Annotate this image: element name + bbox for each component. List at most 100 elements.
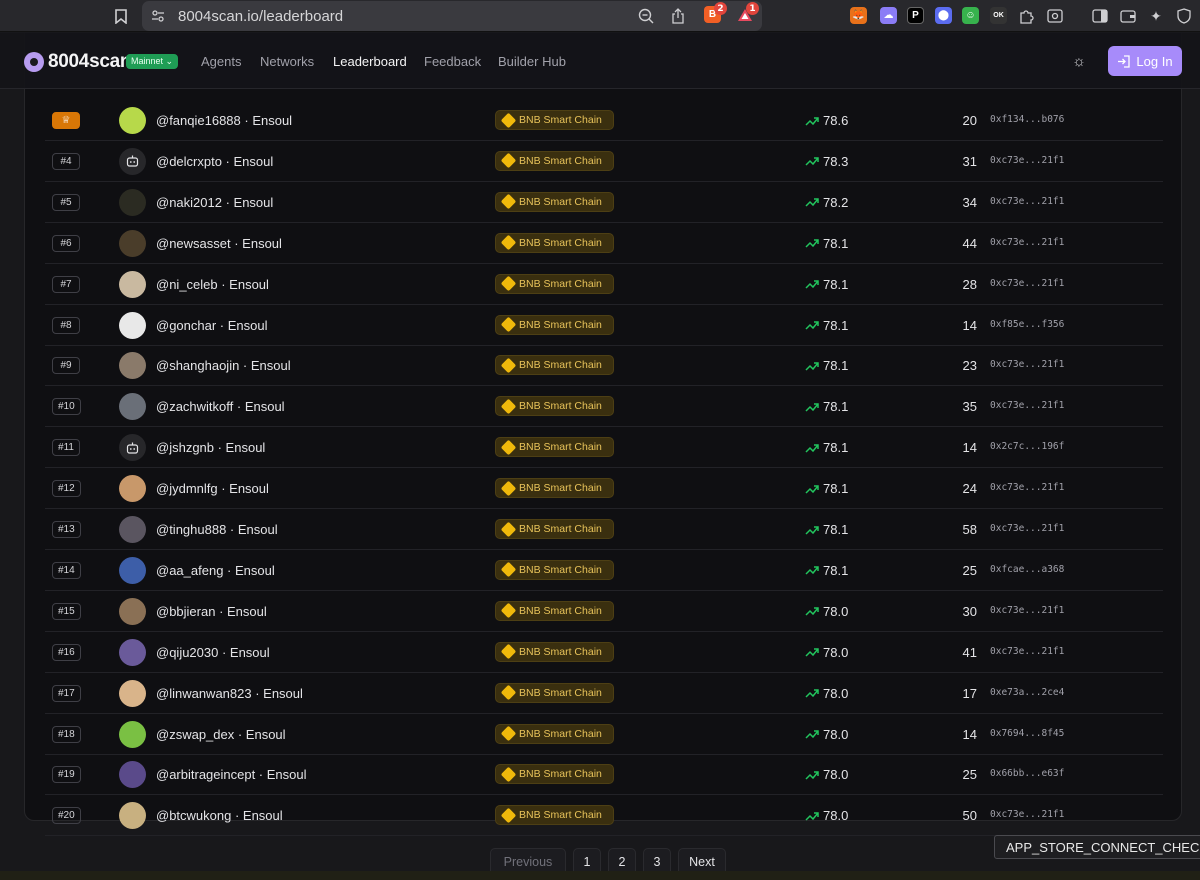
site-settings-icon[interactable] [148, 6, 168, 26]
score: 78.1 [805, 236, 848, 251]
owner-address[interactable]: 0xc73e...21f1 [990, 646, 1064, 657]
brave-rewards-icon[interactable]: 1 [736, 2, 759, 23]
agent-name[interactable]: @zachwitkoff · Ensoul [156, 399, 285, 414]
feedback-count: 50 [962, 808, 977, 824]
table-row[interactable]: #14 @aa_afeng · Ensoul BNB Smart Chain 78.1… [45, 550, 1163, 591]
vpn-shield-icon[interactable] [1174, 6, 1194, 26]
table-row[interactable]: #16 @qiju2030 · Ensoul BNB Smart Chain 78.0… [45, 632, 1163, 673]
owner-address[interactable]: 0xc73e...21f1 [990, 400, 1064, 411]
url-text: 8004scan.io/leaderboard [178, 8, 344, 25]
owner-address[interactable]: 0x7694...8f45 [990, 728, 1064, 739]
table-row[interactable]: #5 @naki2012 · Ensoul BNB Smart Chain 78.2 3… [45, 182, 1163, 223]
score-value: 78.1 [823, 235, 849, 251]
agent-name[interactable]: @gonchar · Ensoul [156, 318, 267, 333]
owner-address[interactable]: 0xc73e...21f1 [990, 523, 1064, 534]
table-row[interactable]: #7 @ni_celeb · Ensoul BNB Smart Chain 78.1 2… [45, 264, 1163, 305]
blue-extension-icon[interactable]: ⬤ [935, 7, 952, 24]
owner-address[interactable]: 0xc73e...21f1 [990, 809, 1064, 820]
agent-name[interactable]: @naki2012 · Ensoul [156, 195, 273, 210]
agent-name[interactable]: @bbjieran · Ensoul [156, 604, 267, 619]
agent-name[interactable]: @btcwukong · Ensoul [156, 808, 283, 823]
agent-name[interactable]: @arbitrageincept · Ensoul [156, 767, 307, 782]
puzzle-icon[interactable] [1017, 6, 1037, 26]
ghost-extension-icon[interactable]: ☁ [880, 7, 897, 24]
p-extension-icon[interactable]: P [907, 7, 924, 24]
table-row[interactable]: ♕ @fanqie16888 · Ensoul BNB Smart Chain 78.… [45, 100, 1163, 141]
agent-name[interactable]: @ni_celeb · Ensoul [156, 277, 269, 292]
trending-up-icon [805, 812, 819, 821]
table-row[interactable]: #15 @bbjieran · Ensoul BNB Smart Chain 78.0… [45, 591, 1163, 632]
feedback-count: 23 [962, 358, 977, 374]
chain-badge: BNB Smart Chain [495, 314, 614, 335]
agent-name[interactable]: @jydmnlfg · Ensoul [156, 481, 269, 496]
brave-shield-icon[interactable]: B2 [704, 2, 727, 23]
leo-ai-icon[interactable]: ✦ [1146, 6, 1166, 26]
fox-extension-icon[interactable]: 🦊 [850, 7, 867, 24]
okx-extension-icon[interactable]: OK [990, 7, 1007, 24]
bookmark-icon[interactable] [111, 6, 131, 26]
owner-address[interactable]: 0xc73e...21f1 [990, 196, 1064, 207]
nav-networks[interactable]: Networks [260, 54, 314, 69]
owner-address[interactable]: 0xc73e...21f1 [990, 155, 1064, 166]
table-row[interactable]: #11 @jshzgnb · Ensoul BNB Smart Chain 78.1 1… [45, 427, 1163, 469]
table-row[interactable]: #12 @jydmnlfg · Ensoul BNB Smart Chain 78.1… [45, 468, 1163, 510]
address-bar[interactable]: 8004scan.io/leaderboard B2 1 [142, 1, 762, 31]
sun-icon[interactable]: ☼ [1070, 53, 1088, 71]
sidebar-icon[interactable] [1090, 6, 1110, 26]
owner-address[interactable]: 0xc73e...21f1 [990, 278, 1064, 289]
chain-badge: BNB Smart Chain [495, 519, 614, 539]
nav-leaderboard[interactable]: Leaderboard [333, 54, 407, 69]
agent-name[interactable]: @shanghaojin · Ensoul [156, 358, 291, 373]
table-row[interactable]: #19 @arbitrageincept · Ensoul BNB Smart Ch… [45, 754, 1163, 796]
owner-address[interactable]: 0xf134...b076 [990, 114, 1064, 125]
owner-address[interactable]: 0xc73e...21f1 [990, 359, 1064, 370]
agent-name[interactable]: @tinghu888 · Ensoul [156, 522, 278, 537]
agent-name[interactable]: @fanqie16888 · Ensoul [156, 113, 292, 128]
agent-name[interactable]: @jshzgnb · Ensoul [156, 440, 265, 455]
nav-feedback[interactable]: Feedback [424, 54, 481, 69]
reader-icon[interactable] [1045, 6, 1065, 26]
agent-name[interactable]: @qiju2030 · Ensoul [156, 645, 270, 660]
table-row[interactable]: #6 @newsasset · Ensoul BNB Smart Chain 78.1… [45, 223, 1163, 264]
share-icon[interactable] [668, 6, 688, 26]
nav-agents[interactable]: Agents [201, 54, 241, 69]
rank-badge: #8 [52, 316, 80, 334]
green-extension-icon[interactable]: ☺ [962, 7, 979, 24]
owner-address[interactable]: 0xf85e...f356 [990, 319, 1064, 330]
trending-up-icon [805, 403, 819, 412]
owner-address[interactable]: 0xfcae...a368 [990, 564, 1064, 575]
owner-address[interactable]: 0xc73e...21f1 [990, 237, 1064, 248]
table-row[interactable]: #17 @linwanwan823 · Ensoul BNB Smart Chain… [45, 673, 1163, 714]
owner-address[interactable]: 0x66bb...e63f [990, 768, 1064, 779]
score: 78.1 [805, 481, 848, 496]
feedback-count: 14 [962, 440, 977, 456]
score-value: 78.3 [823, 153, 849, 169]
owner-address[interactable]: 0xc73e...21f1 [990, 482, 1064, 493]
score: 78.1 [805, 358, 848, 373]
bnb-chain-icon [500, 562, 517, 578]
nav-builder-hub[interactable]: Builder Hub [498, 54, 566, 69]
network-selector[interactable]: Mainnet ⌄ [126, 54, 179, 69]
table-row[interactable]: #18 @zswap_dex · Ensoul BNB Smart Chain 78.… [45, 714, 1163, 755]
table-row[interactable]: #20 @btcwukong · Ensoul BNB Smart Chain 78.… [45, 795, 1163, 837]
agent-name[interactable]: @newsasset · Ensoul [156, 236, 282, 251]
table-row[interactable]: #8 @gonchar · Ensoul BNB Smart Chain 78.1 14… [45, 305, 1163, 346]
owner-address[interactable]: 0x2c7c...196f [990, 441, 1064, 452]
bnb-chain-icon [500, 684, 517, 701]
wallet-icon[interactable] [1118, 6, 1138, 26]
owner-address[interactable]: 0xc73e...21f1 [990, 605, 1064, 616]
zoom-out-icon[interactable] [636, 6, 656, 26]
login-button[interactable]: Log In [1108, 46, 1182, 76]
logo[interactable]: 8004scan [24, 51, 131, 73]
agent-name[interactable]: @aa_afeng · Ensoul [156, 563, 275, 578]
agent-name[interactable]: @zswap_dex · Ensoul [156, 727, 286, 742]
table-row[interactable]: #10 @zachwitkoff · Ensoul BNB Smart Chain 7… [45, 386, 1163, 428]
table-row[interactable]: #4 @delcrxpto · Ensoul BNB Smart Chain 78.3… [45, 141, 1163, 182]
agent-name[interactable]: @delcrxpto · Ensoul [156, 154, 273, 169]
agent-name[interactable]: @linwanwan823 · Ensoul [156, 686, 303, 701]
table-row[interactable]: #9 @shanghaojin · Ensoul BNB Smart Chain 78… [45, 345, 1163, 387]
chain-badge: BNB Smart Chain [495, 273, 614, 294]
chain-badge: BNB Smart Chain [495, 396, 614, 417]
table-row[interactable]: #13 @tinghu888 · Ensoul BNB Smart Chain 78.… [45, 509, 1163, 550]
owner-address[interactable]: 0xe73a...2ce4 [990, 687, 1064, 698]
